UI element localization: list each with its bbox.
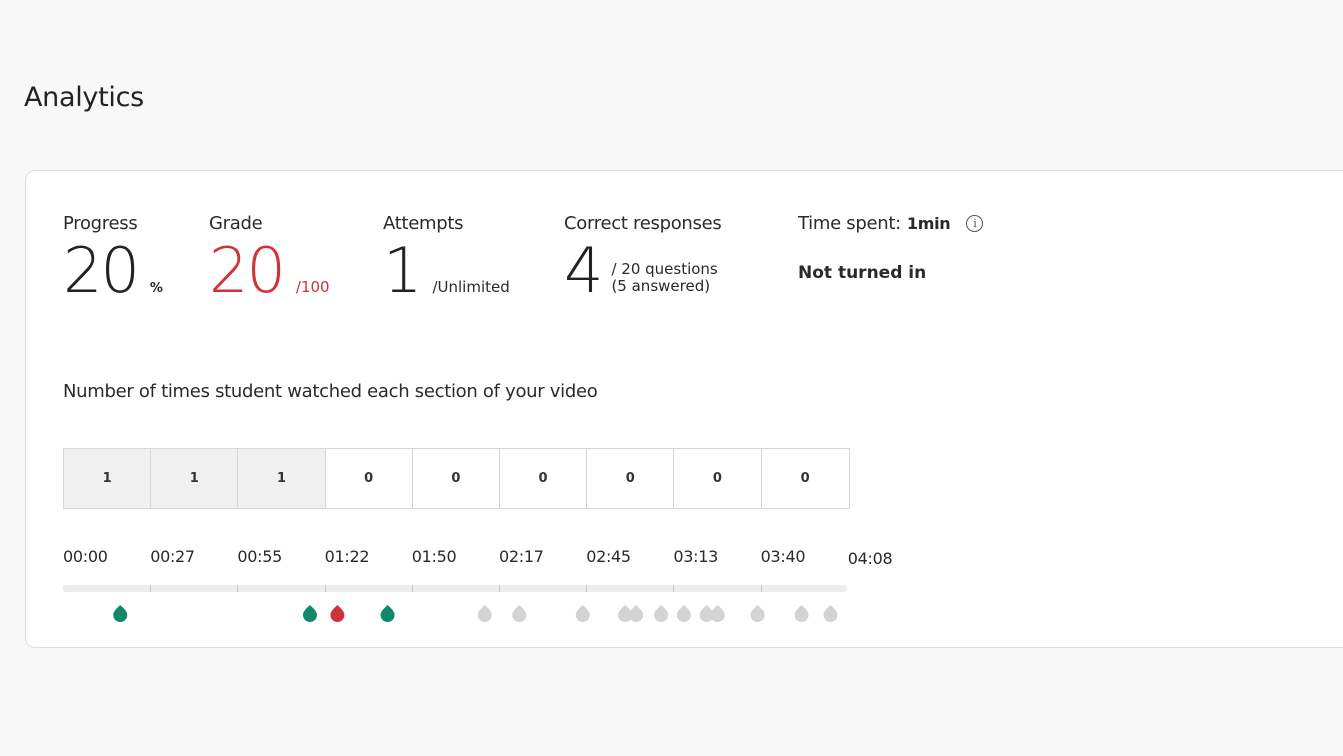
info-icon[interactable]: i [966,215,984,232]
question-marker-correct[interactable] [302,605,317,622]
timeline-tick [499,585,500,592]
timeline-tick [586,585,588,592]
attempts-value: 1 [383,234,422,307]
timeline-tick [324,585,326,592]
grade-label: Grade [209,213,263,234]
video-section-cell: 0 [412,449,500,508]
timestamp-label: 02:45 [586,547,631,566]
question-marker-unanswered[interactable] [575,605,590,622]
video-timeline-track [63,585,847,592]
attempts-label: Attempts [383,213,464,234]
page-title: Analytics [24,82,144,113]
question-marker-unanswered[interactable] [654,605,669,622]
timestamp-label: 00:27 [150,547,195,566]
question-marker-correct[interactable] [113,605,128,622]
question-marker-unanswered[interactable] [512,605,527,622]
attempts-stat: Attempts 1 /Unlimited [383,213,510,302]
video-sections-row: 111000000 [63,448,850,509]
correct-responses-detail: / 20 questions (5 answered) [611,261,717,295]
time-spent: Time spent: 1min i [798,213,984,234]
questions-answered: (5 answered) [611,277,711,295]
progress-unit: % [149,281,163,296]
video-section-cell: 0 [499,449,588,508]
timestamp-label: 01:22 [324,547,370,566]
timeline-tick [760,585,762,592]
correct-responses-stat: Correct responses 4 / 20 questions (5 an… [564,213,722,313]
progress-label: Progress [63,213,138,234]
video-chart-caption: Number of times student watched each sec… [63,381,598,402]
progress-value: 20 [63,234,140,307]
timestamp-label: 02:17 [499,547,544,566]
video-section-cell: 0 [325,449,413,508]
timestamp-label: 03:40 [760,547,806,566]
submission-status: Not turned in [798,263,927,283]
timestamp-label: 00:00 [63,547,108,566]
video-timeline-labels: 00:00 00:27 00:55 01:22 01:50 02:17 02:45 03:13… [63,547,893,577]
question-marker-unanswered[interactable] [477,605,492,622]
questions-total: / 20 questions [611,260,718,278]
correct-responses-label: Correct responses [564,213,722,234]
question-marker-unanswered[interactable] [676,605,691,622]
progress-stat: Progress 20 % [63,213,163,302]
analytics-card: Progress 20 % Grade 20 /100 Attempts 1 /… [25,170,1343,648]
video-section-cell: 1 [64,449,152,508]
attempts-unit: /Unlimited [432,278,510,296]
question-marker-unanswered[interactable] [750,605,765,622]
question-marker-unanswered[interactable] [823,605,838,622]
video-section-cell: 1 [151,449,239,508]
timeline-tick [150,585,152,592]
timestamp-label: 00:55 [237,547,283,566]
correct-responses-value: 4 [564,234,603,307]
timestamp-label: 03:13 [673,547,719,566]
video-section-cell: 0 [761,449,849,508]
question-marker-correct[interactable] [380,605,395,622]
time-spent-label: Time spent: [798,213,901,234]
time-spent-value: 1min [906,214,951,233]
video-section-cell: 0 [587,449,675,508]
timestamp-label: 01:50 [411,547,457,566]
timeline-tick [411,585,413,592]
question-marker-unanswered[interactable] [710,605,725,622]
grade-stat: Grade 20 /100 [209,213,330,302]
video-section-cell: 1 [238,449,326,508]
video-section-cell: 0 [674,449,762,508]
timeline-tick [673,585,675,592]
question-marker-incorrect[interactable] [330,605,345,622]
question-marker-unanswered[interactable] [629,605,644,622]
grade-unit: /100 [295,278,330,296]
question-marker-unanswered[interactable] [794,605,809,622]
timestamp-label: 04:08 [847,549,893,568]
timeline-tick [237,585,239,592]
grade-value: 20 [209,234,286,307]
